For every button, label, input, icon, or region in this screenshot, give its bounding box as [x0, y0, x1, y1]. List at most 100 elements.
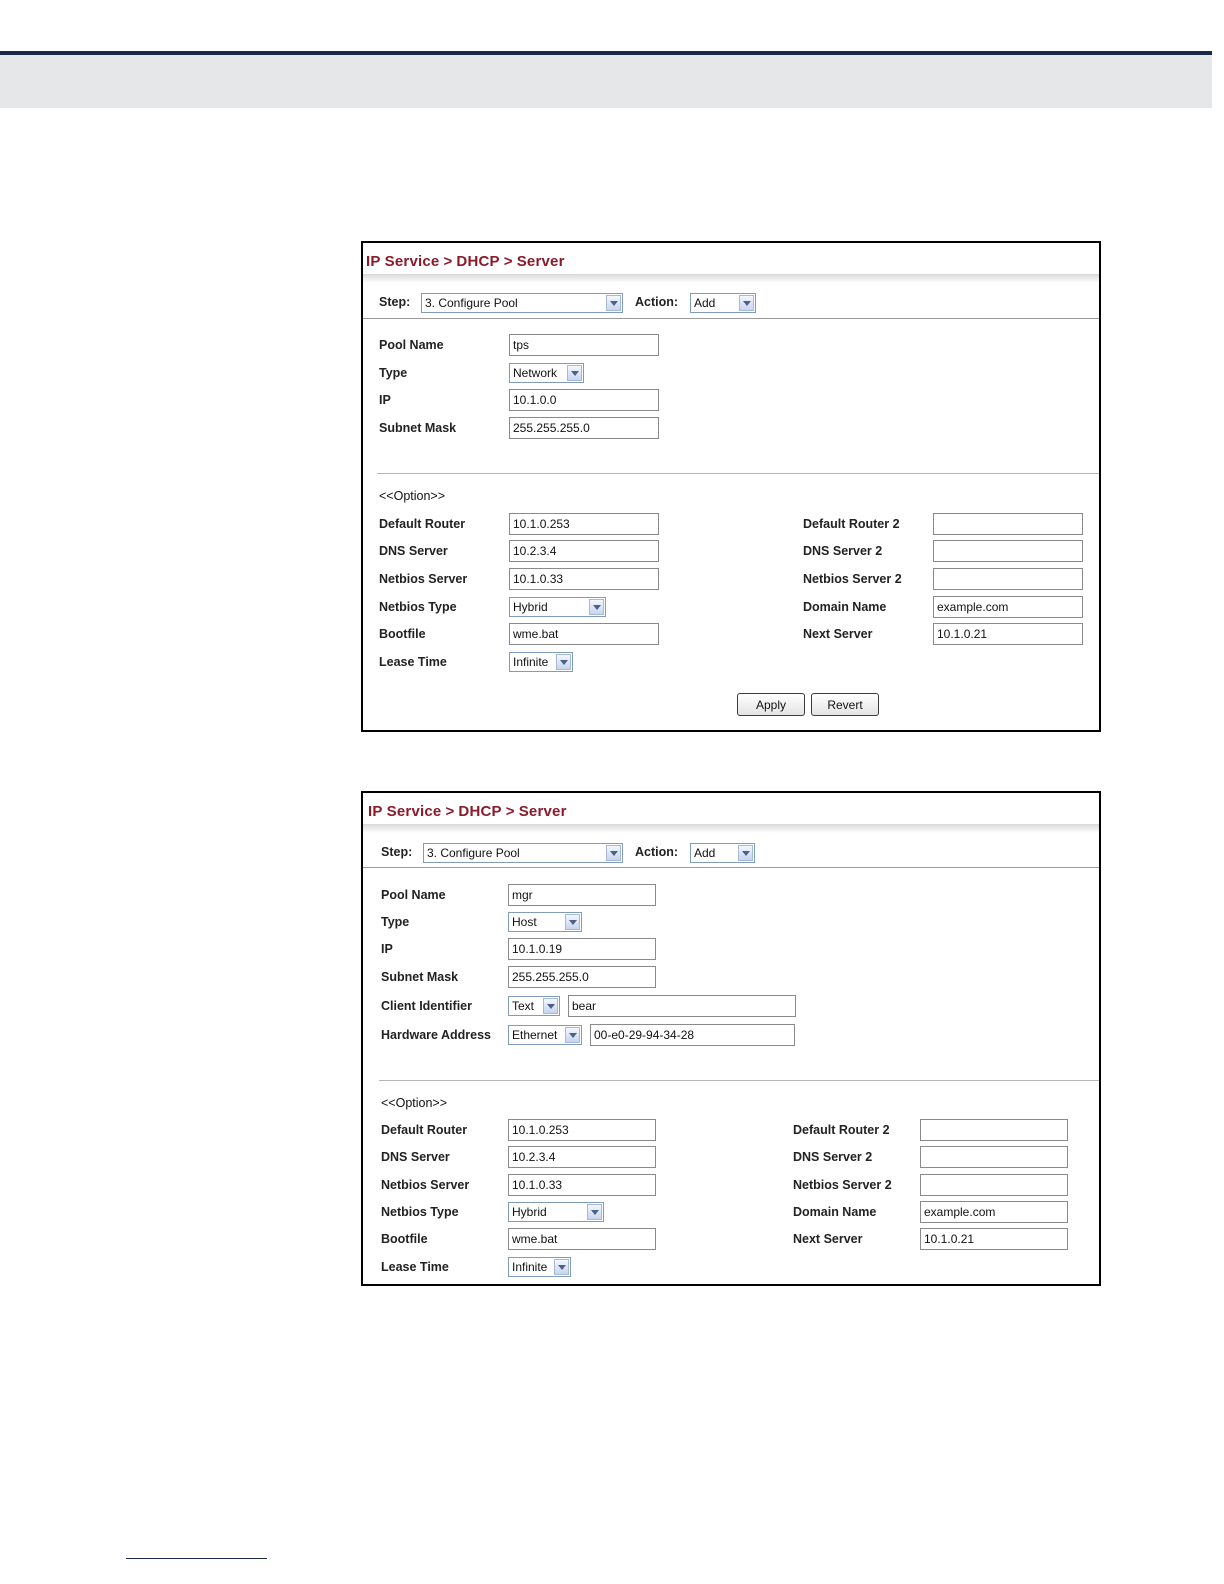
- netbios-type-select[interactable]: Hybrid: [509, 597, 606, 617]
- default-router-input[interactable]: [508, 1119, 656, 1141]
- subnet-mask-input[interactable]: [508, 966, 656, 988]
- bootfile-input[interactable]: [508, 1228, 656, 1250]
- action-select-value: Add: [694, 846, 716, 860]
- chevron-down-icon[interactable]: [565, 1027, 580, 1043]
- netbios-server-label: Netbios Server: [381, 1178, 470, 1192]
- netbios-server-label: Netbios Server: [379, 572, 468, 586]
- step-select-value: 3. Configure Pool: [425, 296, 518, 310]
- lease-time-label: Lease Time: [379, 655, 447, 669]
- breadcrumb-ip-service: IP Service: [368, 803, 442, 820]
- next-server-label: Next Server: [803, 627, 873, 641]
- lease-time-label: Lease Time: [381, 1260, 449, 1274]
- step-select[interactable]: 3. Configure Pool: [421, 293, 623, 313]
- subnet-mask-input[interactable]: [509, 417, 659, 439]
- ip-input[interactable]: [509, 389, 659, 411]
- apply-button[interactable]: Apply: [737, 693, 805, 716]
- default-router-label: Default Router: [381, 1123, 468, 1137]
- title-divider: [363, 274, 1099, 283]
- type-label: Type: [379, 366, 408, 380]
- chevron-down-icon[interactable]: [543, 998, 558, 1014]
- netbios-server-2-input[interactable]: [933, 568, 1083, 590]
- type-select[interactable]: Host: [508, 912, 582, 932]
- netbios-server-input[interactable]: [509, 568, 659, 590]
- breadcrumb-dhcp: DHCP: [458, 803, 502, 820]
- netbios-type-select-value: Hybrid: [512, 1205, 547, 1219]
- pool-name-input[interactable]: [508, 884, 656, 906]
- title-divider: [363, 824, 1099, 833]
- type-select[interactable]: Network: [509, 363, 584, 383]
- domain-name-label: Domain Name: [803, 600, 887, 614]
- type-select-value: Host: [512, 915, 537, 929]
- lease-time-select-value: Infinite: [513, 655, 549, 669]
- breadcrumb: IP Service > DHCP > Server: [366, 253, 565, 270]
- step-label: Step:: [379, 295, 411, 309]
- lease-time-select[interactable]: Infinite: [508, 1257, 571, 1277]
- chevron-down-icon[interactable]: [554, 1259, 569, 1275]
- chevron-down-icon[interactable]: [565, 914, 580, 930]
- bootfile-label: Bootfile: [379, 627, 426, 641]
- breadcrumb-separator: >: [503, 253, 513, 270]
- hardware-address-input[interactable]: [590, 1024, 795, 1046]
- chevron-down-icon[interactable]: [567, 365, 582, 381]
- bootfile-label: Bootfile: [381, 1232, 428, 1246]
- revert-button[interactable]: Revert: [811, 693, 879, 716]
- page-header-band: [0, 55, 1212, 108]
- dns-server-label: DNS Server: [381, 1150, 450, 1164]
- dhcp-server-panel-host: IP Service > DHCP > Server Step: 3. Configur…: [361, 791, 1101, 1286]
- option-header: <<Option>>: [381, 1096, 448, 1110]
- netbios-type-label: Netbios Type: [381, 1205, 459, 1219]
- domain-name-label: Domain Name: [793, 1205, 877, 1219]
- page-footer-rule: [126, 1558, 267, 1559]
- default-router-2-input[interactable]: [920, 1119, 1068, 1141]
- subnet-mask-label: Subnet Mask: [381, 970, 459, 984]
- hardware-address-type-select[interactable]: Ethernet: [508, 1025, 582, 1045]
- next-server-input[interactable]: [920, 1228, 1068, 1250]
- dns-server-2-label: DNS Server 2: [803, 544, 883, 558]
- dns-server-input[interactable]: [508, 1146, 656, 1168]
- netbios-type-label: Netbios Type: [379, 600, 457, 614]
- chevron-down-icon[interactable]: [587, 1204, 602, 1220]
- breadcrumb-server: Server: [516, 253, 565, 270]
- chevron-down-icon[interactable]: [556, 654, 571, 670]
- bootfile-input[interactable]: [509, 623, 659, 645]
- dns-server-2-input[interactable]: [933, 540, 1083, 562]
- lease-time-select[interactable]: Infinite: [509, 652, 573, 672]
- ip-input[interactable]: [508, 938, 656, 960]
- netbios-server-input[interactable]: [508, 1174, 656, 1196]
- breadcrumb-separator: >: [443, 253, 453, 270]
- action-select-value: Add: [694, 296, 716, 310]
- netbios-type-select-value: Hybrid: [513, 600, 548, 614]
- chevron-down-icon[interactable]: [739, 295, 754, 311]
- breadcrumb-server: Server: [518, 803, 567, 820]
- domain-name-input[interactable]: [933, 596, 1083, 618]
- chevron-down-icon[interactable]: [589, 599, 604, 615]
- next-server-input[interactable]: [933, 623, 1083, 645]
- step-select[interactable]: 3. Configure Pool: [423, 843, 623, 863]
- option-divider: [379, 1080, 1099, 1081]
- pool-name-label: Pool Name: [379, 338, 444, 352]
- client-identifier-type-select[interactable]: Text: [508, 996, 560, 1016]
- default-router-2-input[interactable]: [933, 513, 1083, 535]
- chevron-down-icon[interactable]: [606, 845, 621, 861]
- breadcrumb-ip-service: IP Service: [366, 253, 440, 270]
- chevron-down-icon[interactable]: [606, 295, 621, 311]
- type-select-value: Network: [513, 366, 558, 380]
- breadcrumb-separator: >: [445, 803, 455, 820]
- step-divider: [363, 318, 1099, 319]
- next-server-label: Next Server: [793, 1232, 863, 1246]
- netbios-server-2-input[interactable]: [920, 1174, 1068, 1196]
- chevron-down-icon[interactable]: [738, 845, 753, 861]
- hardware-address-type-value: Ethernet: [512, 1028, 558, 1042]
- action-select[interactable]: Add: [690, 293, 756, 313]
- client-identifier-input[interactable]: [568, 995, 796, 1017]
- step-label: Step:: [381, 845, 413, 859]
- action-select[interactable]: Add: [690, 843, 755, 863]
- pool-name-input[interactable]: [509, 334, 659, 356]
- netbios-type-select[interactable]: Hybrid: [508, 1202, 604, 1222]
- pool-name-label: Pool Name: [381, 888, 446, 902]
- default-router-label: Default Router: [379, 517, 466, 531]
- default-router-input[interactable]: [509, 513, 659, 535]
- dns-server-input[interactable]: [509, 540, 659, 562]
- dns-server-2-input[interactable]: [920, 1146, 1068, 1168]
- domain-name-input[interactable]: [920, 1201, 1068, 1223]
